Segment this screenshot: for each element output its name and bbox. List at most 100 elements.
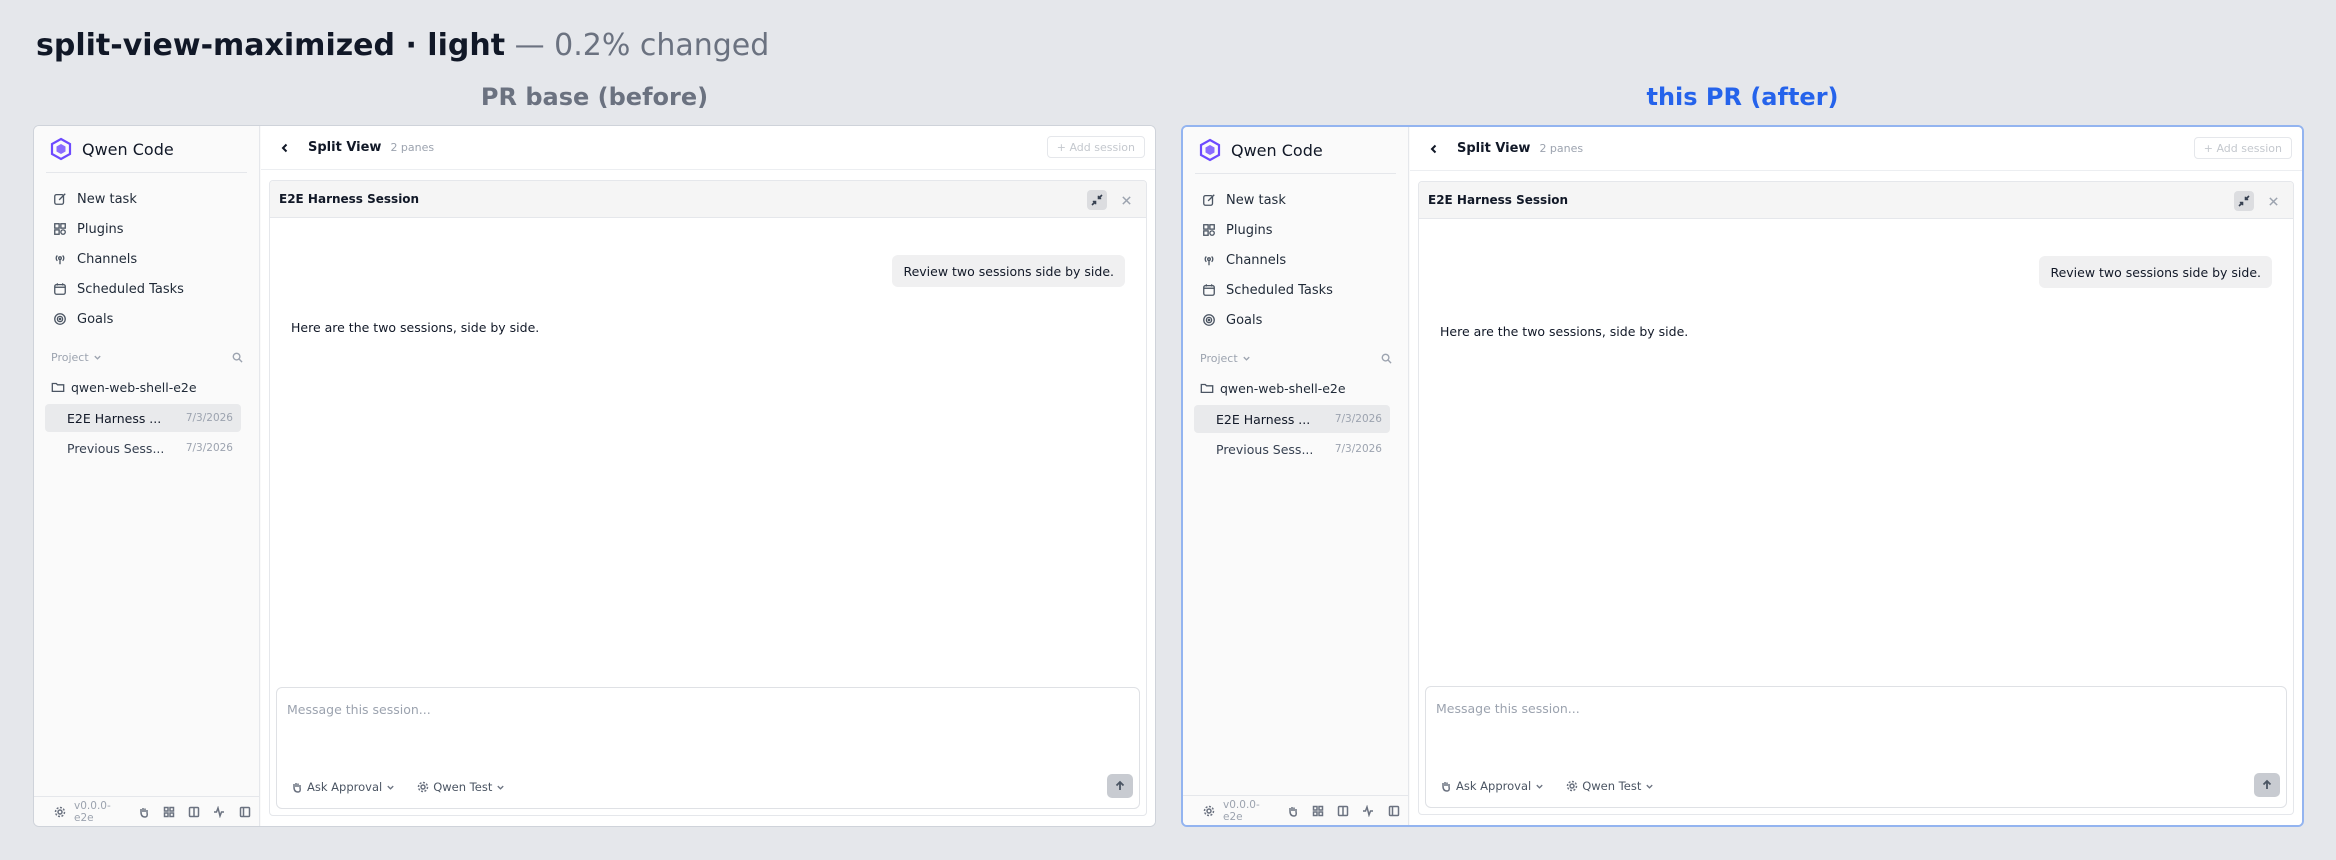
- model-label: Qwen Test: [1582, 779, 1642, 793]
- approval-mode-dropdown[interactable]: Ask Approval: [1440, 779, 1544, 793]
- pane-count: 2 panes: [1539, 142, 1584, 155]
- chevron-down-icon: [1242, 356, 1250, 361]
- sidebar-item-label: Goals: [77, 311, 114, 327]
- composer-controls: Ask Approval Qwen Test: [1440, 779, 1676, 793]
- search-icon[interactable]: [1381, 353, 1392, 364]
- project-label: Project: [1200, 351, 1238, 365]
- sidebar-nav: New task Plugins Channels Scheduled Task…: [44, 184, 250, 334]
- session-item[interactable]: Previous Sess... 7/3/2026: [1194, 435, 1390, 463]
- session-item[interactable]: E2E Harness ... 7/3/2026: [45, 404, 241, 432]
- add-session-button[interactable]: + Add session: [2193, 137, 2292, 159]
- sidebar-item-label: Scheduled Tasks: [1226, 282, 1333, 298]
- hand-icon: [1442, 782, 1450, 792]
- session-list: E2E Harness ... 7/3/2026 Previous Sess..…: [1194, 405, 1390, 465]
- sidebar-item-channels[interactable]: Channels: [1193, 245, 1399, 275]
- calendar-icon: [1201, 282, 1217, 298]
- sidebar-item-plugins[interactable]: Plugins: [1193, 215, 1399, 245]
- brand[interactable]: Qwen Code: [1198, 137, 1323, 163]
- message-input[interactable]: [287, 702, 1129, 717]
- hand-icon[interactable]: [1283, 803, 1304, 819]
- folder-name: qwen-web-shell-e2e: [1220, 380, 1346, 396]
- panel-caption: this PR (after): [1646, 83, 1839, 111]
- activity-icon[interactable]: [209, 804, 230, 820]
- send-button[interactable]: [1107, 774, 1133, 798]
- broadcast-icon: [1201, 252, 1217, 268]
- brand[interactable]: Qwen Code: [49, 136, 174, 162]
- grid-icon[interactable]: [159, 804, 180, 820]
- sidebar-item-label: Plugins: [1226, 222, 1273, 238]
- project-header: Project: [1200, 348, 1392, 368]
- message-input[interactable]: [1436, 701, 2276, 716]
- sidebar-item-new-task[interactable]: New task: [44, 184, 250, 214]
- session-list: E2E Harness ... 7/3/2026 Previous Sess..…: [45, 404, 241, 464]
- qwen-logo-icon: [1199, 138, 1221, 162]
- pane-header: E2E Harness Session: [1419, 182, 2293, 219]
- chevron-left-icon: [1430, 144, 1437, 153]
- session-name: Previous Sess...: [1216, 441, 1314, 457]
- session-item[interactable]: Previous Sess... 7/3/2026: [45, 434, 241, 462]
- split-view-icon[interactable]: [184, 804, 205, 820]
- sidebar-item-new-task[interactable]: New task: [1193, 185, 1399, 215]
- project-dropdown[interactable]: Project: [1200, 352, 1251, 365]
- view-title: Split View: [308, 140, 382, 155]
- sidebar-item-label: New task: [1226, 192, 1286, 208]
- pane-header: E2E Harness Session: [270, 181, 1146, 218]
- split-view-icon[interactable]: [1333, 803, 1354, 819]
- model-icon: [1566, 780, 1578, 792]
- grid-icon[interactable]: [1308, 803, 1329, 819]
- back-button[interactable]: [278, 141, 292, 155]
- hand-icon: [293, 783, 301, 793]
- view-topbar: Split View 2 panes + Add session: [261, 126, 1155, 170]
- session-pane: E2E Harness Session Review two sessions …: [1418, 181, 2294, 815]
- composer-controls: Ask Approval Qwen Test: [291, 780, 527, 794]
- model-label: Qwen Test: [433, 780, 493, 794]
- sidebar-item-goals[interactable]: Goals: [1193, 305, 1399, 335]
- hand-icon[interactable]: [134, 804, 155, 820]
- divider: [1195, 173, 1396, 174]
- project-dropdown[interactable]: Project: [51, 351, 102, 364]
- before-panel: PR base (before) Qwen Code New task Plug…: [33, 80, 1156, 830]
- project-folder[interactable]: qwen-web-shell-e2e: [51, 376, 197, 398]
- add-session-button[interactable]: + Add session: [1046, 136, 1145, 158]
- pane-count: 2 panes: [390, 141, 435, 154]
- folder-icon: [1200, 383, 1214, 394]
- model-icon: [417, 781, 429, 793]
- sidebar-item-scheduled-tasks[interactable]: Scheduled Tasks: [44, 274, 250, 304]
- sidebar-item-scheduled-tasks[interactable]: Scheduled Tasks: [1193, 275, 1399, 305]
- settings-icon[interactable]: [49, 804, 70, 820]
- plugins-icon: [52, 221, 68, 237]
- model-dropdown[interactable]: Qwen Test: [417, 780, 505, 794]
- pane-title: E2E Harness Session: [1428, 193, 1569, 207]
- project-label: Project: [51, 350, 89, 364]
- approval-mode-dropdown[interactable]: Ask Approval: [291, 780, 395, 794]
- sidebar-item-label: Plugins: [77, 221, 124, 237]
- settings-icon[interactable]: [1198, 803, 1219, 819]
- restore-pane-button[interactable]: [1087, 190, 1107, 210]
- session-date: 7/3/2026: [185, 442, 233, 454]
- sidebar-item-goals[interactable]: Goals: [44, 304, 250, 334]
- panel-toggle-icon[interactable]: [1383, 803, 1404, 819]
- edit-icon: [52, 191, 68, 207]
- sidebar-item-plugins[interactable]: Plugins: [44, 214, 250, 244]
- change-percentage: — 0.2% changed: [505, 28, 770, 63]
- close-pane-button[interactable]: [2264, 192, 2282, 210]
- chevron-down-icon: [497, 785, 505, 790]
- search-icon[interactable]: [232, 352, 243, 363]
- restore-pane-button[interactable]: [2234, 191, 2254, 211]
- send-button[interactable]: [2254, 773, 2280, 797]
- version-label: v0.0.0-e2e: [74, 799, 111, 824]
- model-dropdown[interactable]: Qwen Test: [1566, 779, 1654, 793]
- target-icon: [1201, 312, 1217, 328]
- project-header: Project: [51, 347, 243, 367]
- sidebar-footer: v0.0.0-e2e: [1183, 795, 1408, 825]
- close-pane-button[interactable]: [1117, 191, 1135, 209]
- sidebar-item-channels[interactable]: Channels: [44, 244, 250, 274]
- back-button[interactable]: [1427, 142, 1441, 156]
- session-item[interactable]: E2E Harness ... 7/3/2026: [1194, 405, 1390, 433]
- approval-mode-label: Ask Approval: [1456, 779, 1532, 793]
- project-folder[interactable]: qwen-web-shell-e2e: [1200, 377, 1346, 399]
- activity-icon[interactable]: [1358, 803, 1379, 819]
- sidebar-footer: v0.0.0-e2e: [34, 796, 259, 826]
- chevron-left-icon: [281, 143, 288, 152]
- panel-toggle-icon[interactable]: [234, 804, 255, 820]
